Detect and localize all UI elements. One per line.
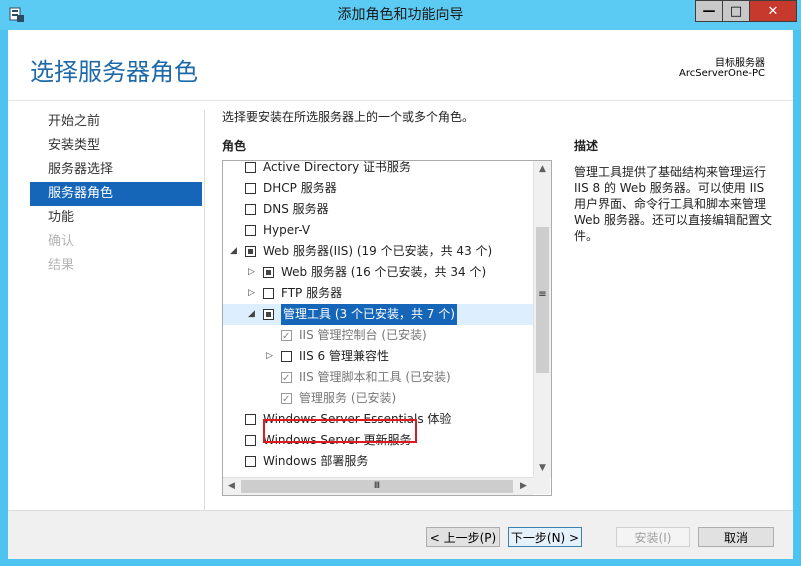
wizard-frame: 选择服务器角色 目标服务器 ArcServerOne-PC 开始之前 安装类型 服务… [8,30,793,559]
role-label: DHCP 服务器 [263,181,337,195]
collapse-arrow-icon[interactable]: ◢ [229,247,238,256]
role-label: DNS 服务器 [263,202,329,216]
role-checkbox[interactable] [245,162,256,173]
nav-step-item[interactable]: 服务器选择 [30,158,202,182]
roles-header: 角色 [222,139,247,153]
role-checkbox[interactable] [263,288,274,299]
role-checkbox[interactable] [263,267,274,278]
role-label: Web 服务器(IIS) (19 个已安装，共 43 个) [263,244,493,258]
cancel-button[interactable]: 取消 [698,527,774,547]
role-checkbox[interactable] [245,435,256,446]
thumb-grip-icon: ≡ [538,289,547,300]
description-header: 描述 [574,139,599,153]
role-label: 管理服务 (已安装) [299,391,397,405]
role-checkbox[interactable] [281,368,292,389]
window-title: 添加角色和功能向导 [337,7,464,23]
nav-step-item: 确认 [48,234,75,249]
previous-button[interactable]: < 上一步(P) [426,527,500,547]
role-checkbox[interactable] [245,183,256,194]
scroll-left-arrow-icon[interactable]: ◀ [223,478,240,495]
next-button[interactable]: 下一步(N) > [508,527,582,547]
role-checkbox[interactable] [245,456,256,467]
role-row[interactable]: ◢ 管理工具 (3 个已安装，共 7 个) [223,304,533,325]
collapse-arrow-icon[interactable]: ◢ [247,310,256,319]
role-label: Windows 部署服务 [263,454,369,468]
role-row[interactable]: Hyper-V [223,220,533,241]
vertical-scroll-thumb[interactable]: ≡ [536,227,549,373]
role-label: Web 服务器 (16 个已安装，共 34 个) [281,265,487,279]
role-checkbox[interactable] [245,246,256,257]
target-server-label: 目标服务器 [715,58,765,69]
scroll-right-arrow-icon[interactable]: ▶ [515,478,532,495]
horizontal-scroll-thumb[interactable]: Ⅲ [241,480,513,493]
close-button[interactable]: ✕ [749,0,797,22]
role-row[interactable]: Active Directory 证书服务 [223,161,533,178]
role-row[interactable]: ▷ Web 服务器 (16 个已安装，共 34 个) [223,262,533,283]
role-checkbox[interactable] [245,225,256,236]
expand-arrow-icon[interactable]: ▷ [265,352,274,361]
role-label: IIS 6 管理兼容性 [299,349,389,363]
role-row[interactable]: ▷ FTP 服务器 [223,283,533,304]
header-divider [8,100,793,101]
scroll-down-arrow-icon[interactable]: ▼ [534,460,551,477]
expand-arrow-icon[interactable]: ▷ [247,289,256,298]
scrollbar-corner [533,477,550,494]
annotation-red-box [263,419,417,443]
instruction-text: 选择要安装在所选服务器上的一个或多个角色。 [222,110,475,124]
nav-step-item[interactable]: 服务器角色 [30,182,202,206]
horizontal-scrollbar[interactable]: ◀ Ⅲ ▶ [223,477,533,495]
role-row[interactable]: DNS 服务器 [223,199,533,220]
scroll-up-arrow-icon[interactable]: ▲ [534,161,551,178]
role-row[interactable]: ▷ IIS 6 管理兼容性 [223,346,533,367]
minimize-button[interactable]: — [695,0,723,22]
role-checkbox[interactable] [245,414,256,425]
role-row[interactable]: IIS 管理脚本和工具 (已安装) [223,367,533,389]
roles-tree[interactable]: Active Directory 证书服务 DHCP 服务器 DNS 服务器 Hype… [222,160,552,496]
role-checkbox[interactable] [263,309,274,320]
wizard-steps-nav: 开始之前 安装类型 服务器选择 服务器角色 功能确认结果 [30,110,202,278]
role-checkbox[interactable] [281,326,292,347]
role-row[interactable]: 管理服务 (已安装) [223,388,533,410]
role-checkbox[interactable] [245,204,256,215]
target-server-value: ArcServerOne-PC [678,68,765,79]
nav-divider [204,110,205,510]
button-bar: < 上一步(P) 下一步(N) > 安装(I) 取消 [8,510,793,559]
role-checkbox[interactable] [281,351,292,362]
role-label: Hyper-V [263,223,311,237]
role-row[interactable]: DHCP 服务器 [223,178,533,199]
description-text: 管理工具提供了基础结构来管理运行 IIS 8 的 Web 服务器。可以使用 II… [574,165,772,243]
role-label: IIS 管理控制台 (已安装) [299,328,427,342]
role-row[interactable]: IIS 管理控制台 (已安装) [223,325,533,347]
nav-step-item[interactable]: 功能 [30,206,202,230]
title-bar: 添加角色和功能向导 — □ ✕ [0,0,801,30]
vertical-scrollbar[interactable]: ▲ ≡ ▼ [533,161,551,477]
role-label: Active Directory 证书服务 [263,161,412,174]
role-label: 管理工具 (3 个已安装，共 7 个) [281,304,457,325]
install-button[interactable]: 安装(I) [616,527,690,547]
role-label: IIS 管理脚本和工具 (已安装) [299,370,451,384]
nav-step-item: 结果 [48,258,75,273]
role-checkbox[interactable] [281,389,292,410]
role-row[interactable]: Windows 部署服务 [223,451,533,472]
maximize-button[interactable]: □ [722,0,750,22]
role-label: FTP 服务器 [281,286,343,300]
expand-arrow-icon[interactable]: ▷ [247,268,256,277]
page-title: 选择服务器角色 [30,58,198,86]
hthumb-grip-icon: Ⅲ [373,481,381,491]
nav-step-item[interactable]: 安装类型 [30,134,202,158]
nav-step-item[interactable]: 开始之前 [30,110,202,134]
role-row[interactable]: ◢ Web 服务器(IIS) (19 个已安装，共 43 个) [223,241,533,262]
